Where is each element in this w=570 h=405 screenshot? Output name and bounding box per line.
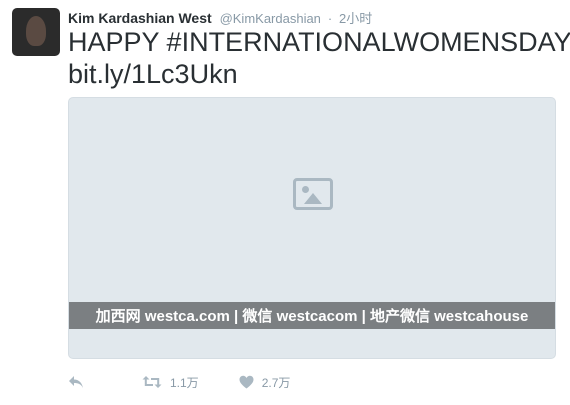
retweet-icon <box>142 376 162 388</box>
heart-icon <box>239 375 254 389</box>
header-separator: · <box>327 11 333 26</box>
user-handle[interactable]: @KimKardashian <box>220 11 321 26</box>
tweet-text: HAPPY #INTERNATIONALWOMENSDAY bit.ly/1Lc… <box>68 26 570 90</box>
media-placeholder[interactable]: 加西网 westca.com | 微信 westcacom | 地产微信 wes… <box>68 97 556 359</box>
avatar[interactable] <box>12 8 60 56</box>
like-count: 2.7万 <box>261 375 291 390</box>
like-button[interactable]: 2.7万 <box>239 374 291 391</box>
tweet-timestamp[interactable]: 2小时 <box>339 11 372 26</box>
media-watermark: 加西网 westca.com | 微信 westcacom | 地产微信 wes… <box>69 302 555 329</box>
display-name[interactable]: Kim Kardashian West <box>68 10 212 26</box>
tweet-text-line: HAPPY #INTERNATIONALWOMENSDAY <box>68 27 570 57</box>
tweet-card: Kim Kardashian West @KimKardashian · 2小时… <box>0 0 570 405</box>
tweet-link[interactable]: bit.ly/1Lc3Ukn <box>68 58 570 90</box>
reply-icon <box>69 376 83 388</box>
retweet-button[interactable]: 1.1万 <box>142 374 199 391</box>
image-placeholder-icon <box>293 178 333 210</box>
retweet-count: 1.1万 <box>170 375 199 390</box>
reply-button[interactable] <box>68 375 84 389</box>
tweet-actions: 1.1万 2.7万 <box>68 372 290 392</box>
